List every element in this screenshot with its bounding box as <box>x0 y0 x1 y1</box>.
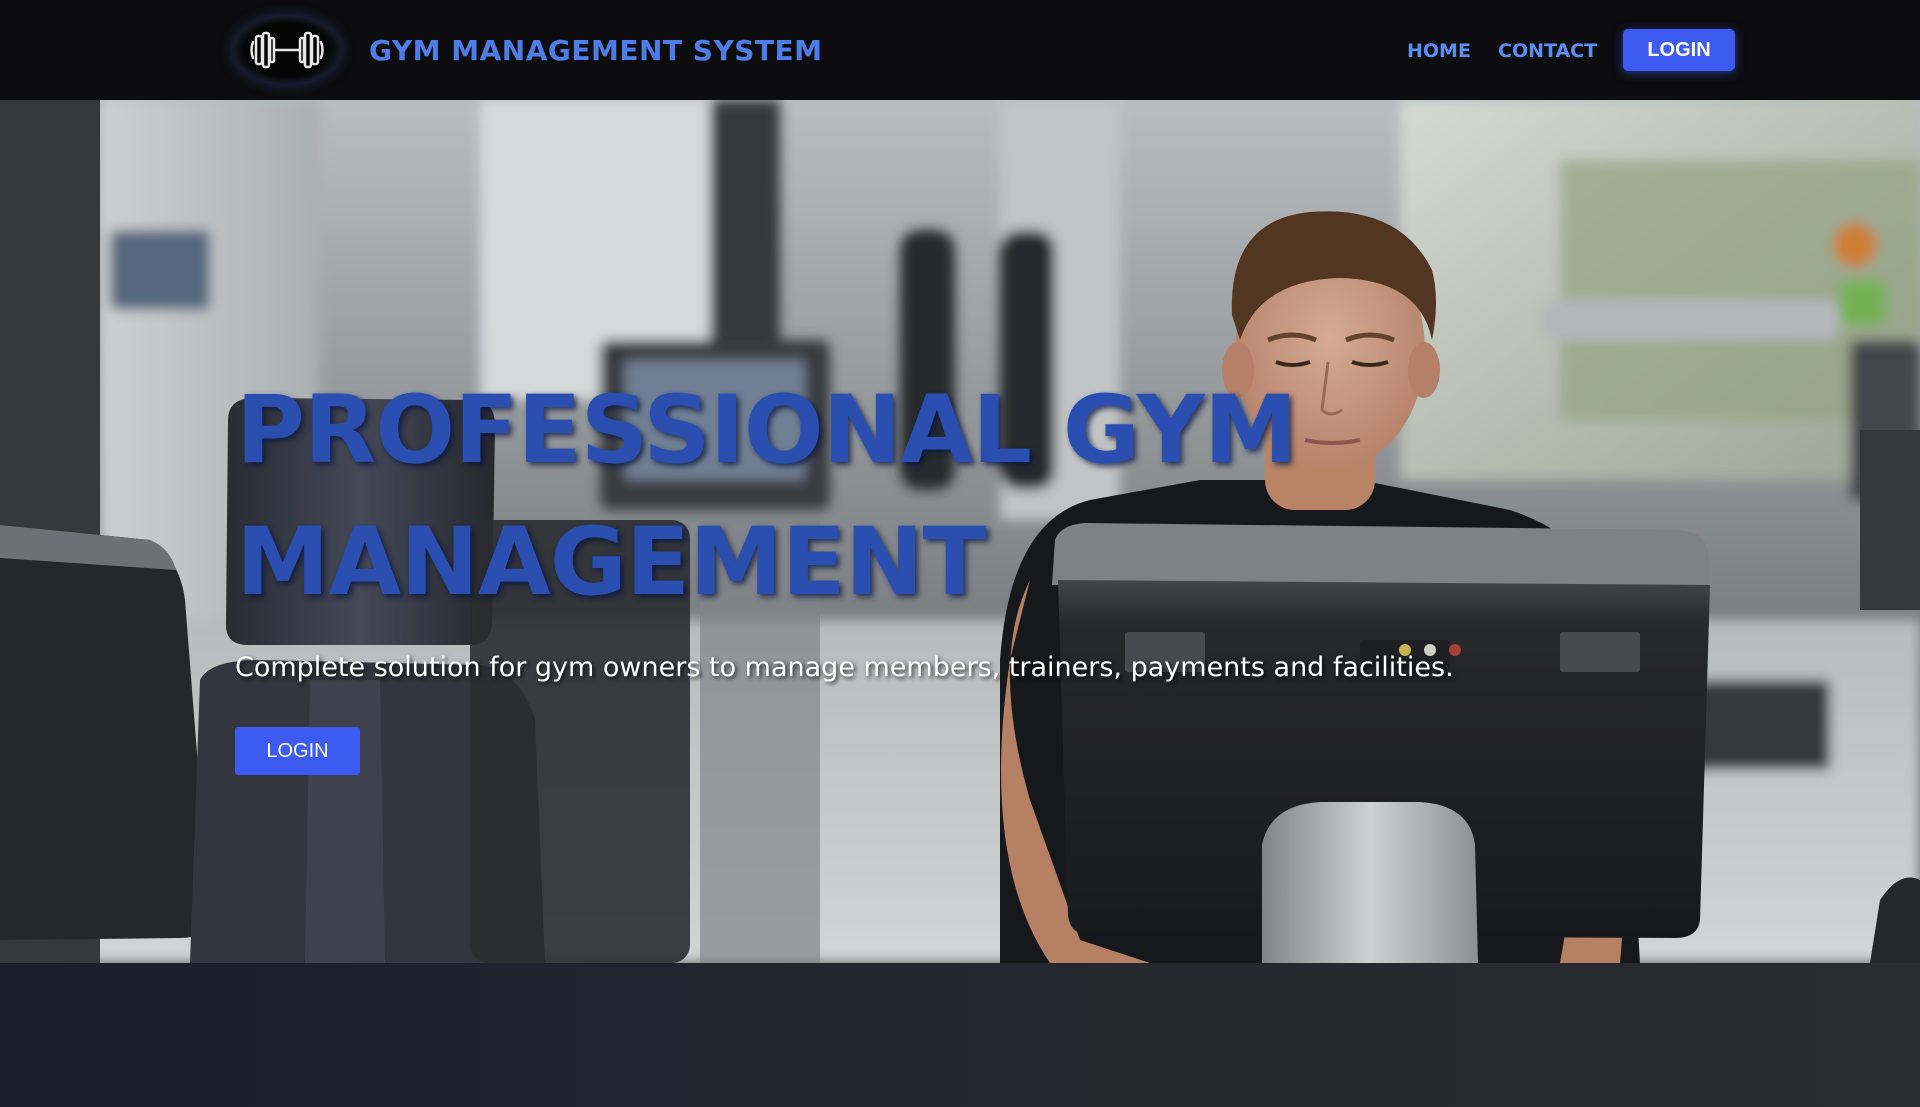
nav-contact-link[interactable]: CONTACT <box>1498 38 1597 64</box>
hero-subtitle: Complete solution for gym owners to mana… <box>235 652 1454 683</box>
nav-home-link[interactable]: HOME <box>1407 38 1471 64</box>
logo[interactable] <box>233 16 341 84</box>
hero-login-button[interactable]: LOGIN <box>235 727 360 775</box>
dumbbell-icon <box>250 31 324 69</box>
hero-section: PROFESSIONAL GYM MANAGEMENT Complete sol… <box>0 100 1920 963</box>
bottom-section <box>0 963 1920 1107</box>
hero-title-line-2: MANAGEMENT <box>236 508 987 617</box>
hero-title: PROFESSIONAL GYM MANAGEMENT <box>236 365 1336 629</box>
hero-title-line-1: PROFESSIONAL GYM <box>236 376 1297 485</box>
nav-login-button[interactable]: LOGIN <box>1623 29 1735 71</box>
top-navbar: GYM MANAGEMENT SYSTEM HOME CONTACT LOGIN <box>0 0 1920 100</box>
brand-title[interactable]: GYM MANAGEMENT SYSTEM <box>369 32 822 70</box>
